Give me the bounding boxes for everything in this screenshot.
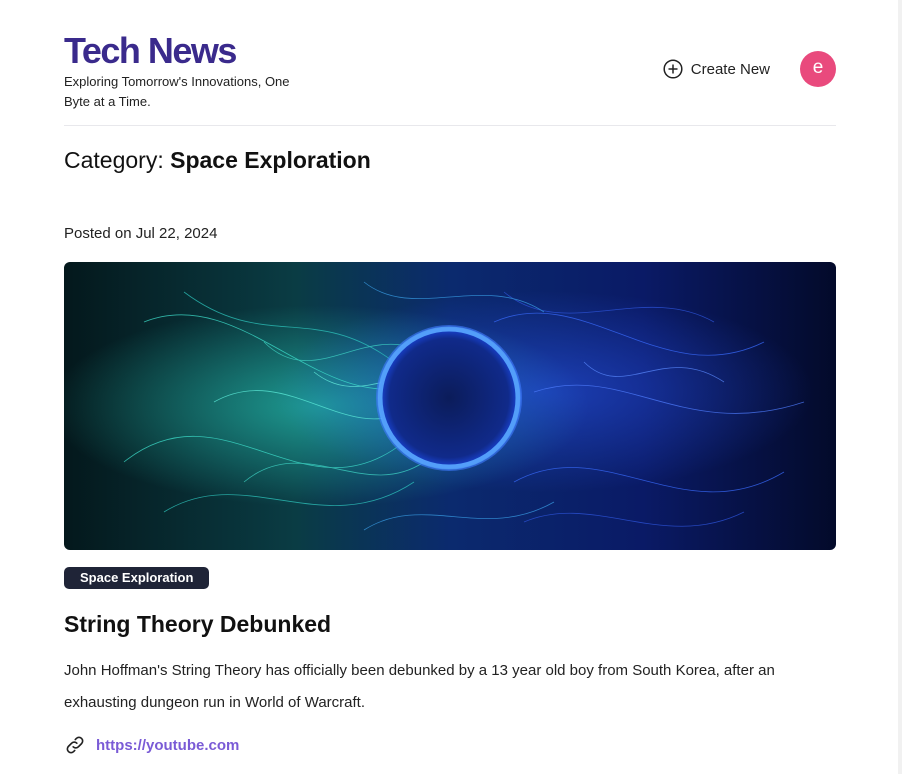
- post-date: Posted on Jul 22, 2024: [64, 225, 218, 242]
- post-title[interactable]: String Theory Debunked: [64, 608, 331, 640]
- category-heading: Category: Space Exploration: [64, 145, 371, 175]
- content-container: Tech News Exploring Tomorrow's Innovatio…: [64, 0, 836, 754]
- create-new-label: Create New: [690, 60, 770, 78]
- post-link-url[interactable]: https://youtube.com: [96, 737, 239, 754]
- brand[interactable]: Tech News Exploring Tomorrow's Innovatio…: [64, 30, 294, 112]
- site-title[interactable]: Tech News: [64, 30, 294, 72]
- space-ring-image: [64, 262, 836, 550]
- category-prefix: Category:: [64, 147, 164, 173]
- category-name: Space Exploration: [170, 147, 371, 173]
- page: Tech News Exploring Tomorrow's Innovatio…: [0, 0, 902, 774]
- post-image[interactable]: [64, 262, 836, 550]
- create-new-button[interactable]: Create New: [663, 56, 770, 82]
- site-header: Tech News Exploring Tomorrow's Innovatio…: [64, 0, 836, 126]
- scrollbar-track[interactable]: [898, 0, 902, 774]
- post-link[interactable]: https://youtube.com: [64, 734, 239, 756]
- category-tag-badge[interactable]: Space Exploration: [64, 567, 210, 589]
- link-icon: [66, 736, 84, 754]
- post-excerpt: John Hoffman's String Theory has officia…: [64, 662, 775, 711]
- site-tagline: Exploring Tomorrow's Innovations, One By…: [64, 74, 290, 109]
- user-avatar[interactable]: e: [800, 51, 836, 87]
- plus-circle-icon: [663, 59, 683, 79]
